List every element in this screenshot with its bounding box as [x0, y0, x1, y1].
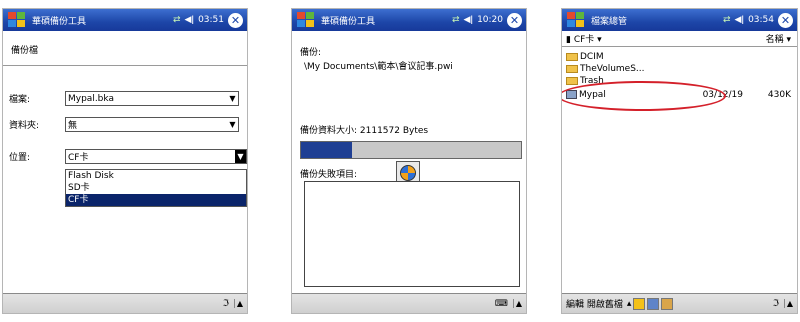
- bottom-menu-bar: ⌨ ▲: [292, 293, 526, 313]
- storage-icon[interactable]: [647, 297, 660, 310]
- connectivity-icon[interactable]: ⇄: [723, 15, 731, 25]
- input-method-icon[interactable]: ℑ: [771, 299, 781, 309]
- location-dropdown[interactable]: ▮ CF卡 ▾: [566, 32, 602, 45]
- title-bar: 華碩備份工具 ⇄ ◀ǀ 10:20 ✕: [292, 9, 526, 31]
- option-flash-disk[interactable]: Flash Disk: [66, 170, 246, 182]
- section-heading: 備份檔: [11, 46, 39, 56]
- input-panel-arrow-icon[interactable]: ▲: [233, 299, 243, 308]
- file-row: 檔案: Mypal.bka ▼: [9, 91, 239, 106]
- location-select[interactable]: CF卡 ▼: [65, 149, 247, 164]
- location-bar: ▮ CF卡 ▾ 名稱 ▾: [562, 31, 797, 47]
- menu-edit-open[interactable]: 編輯 開啟舊檔: [566, 297, 623, 310]
- file-label: 檔案:: [9, 95, 31, 105]
- bottom-menu-bar: 編輯 開啟舊檔 ▴ ℑ ▲: [562, 293, 797, 313]
- title-bar: 華碩備份工具 ⇄ ◀ǀ 03:51 ✕: [3, 9, 247, 31]
- system-tray: ⇄ ◀ǀ 10:20: [452, 15, 503, 25]
- highlight-circle: [562, 81, 726, 111]
- connectivity-icon[interactable]: ⇄: [173, 15, 181, 25]
- option-sd-card[interactable]: SD卡: [66, 182, 246, 194]
- window-title: 華碩備份工具: [321, 16, 376, 27]
- location-label: 位置:: [9, 153, 31, 163]
- close-icon[interactable]: ✕: [228, 12, 243, 28]
- failed-items-label: 備份失敗項目:: [300, 170, 358, 180]
- bottom-menu-bar: ℑ ▲: [3, 293, 247, 313]
- chevron-down-icon[interactable]: ▼: [235, 150, 246, 163]
- start-menu-icon[interactable]: [6, 11, 28, 29]
- keyboard-icon[interactable]: ⌨: [493, 299, 510, 309]
- volume-icon[interactable]: ◀ǀ: [184, 15, 194, 25]
- progress-fill: [301, 142, 352, 158]
- start-menu-icon[interactable]: [565, 11, 587, 29]
- folder-row: 資料夾: 無 ▼: [9, 117, 239, 132]
- view-icon[interactable]: [661, 297, 674, 310]
- file-explorer-screen: 檔案總管 ⇄ ◀ǀ 03:54 ✕ ▮ CF卡 ▾ 名稱 ▾ DCIM TheV…: [561, 8, 798, 314]
- list-item[interactable]: TheVolumeS...: [566, 63, 791, 74]
- folder-icon: [566, 52, 578, 61]
- storage-card-icon: ▮: [566, 35, 571, 45]
- sync-icon[interactable]: ⇄: [452, 15, 460, 25]
- list-item[interactable]: DCIM: [566, 51, 791, 62]
- clock[interactable]: 03:54: [748, 15, 774, 25]
- option-cf-card[interactable]: CF卡: [66, 194, 246, 206]
- divider: [3, 65, 247, 66]
- backup-progress-bar: [300, 141, 522, 159]
- folder-label: 資料夾:: [9, 121, 40, 131]
- menu-arrow-icon[interactable]: ▴: [627, 299, 632, 309]
- location-row: 位置: CF卡 ▼: [9, 149, 247, 164]
- title-bar: 檔案總管 ⇄ ◀ǀ 03:54 ✕: [562, 9, 797, 31]
- window-title: 華碩備份工具: [32, 16, 87, 27]
- clock[interactable]: 03:51: [198, 15, 224, 25]
- start-menu-icon[interactable]: [295, 11, 317, 29]
- failed-items-list[interactable]: [304, 181, 520, 287]
- close-icon[interactable]: ✕: [507, 12, 522, 28]
- system-tray: ⇄ ◀ǀ 03:54: [723, 15, 774, 25]
- backup-label: 備份:: [300, 48, 322, 58]
- input-method-icon[interactable]: ℑ: [221, 299, 231, 309]
- up-folder-icon[interactable]: [633, 297, 646, 310]
- backup-path: \My Documents\範本\會议記事.pwi: [304, 62, 453, 72]
- location-dropdown-list: Flash Disk SD卡 CF卡: [65, 169, 247, 207]
- backup-size-text: 備份資料大小: 2111572 Bytes: [300, 126, 429, 136]
- clock[interactable]: 10:20: [477, 15, 503, 25]
- chevron-down-icon[interactable]: ▼: [227, 120, 238, 129]
- backup-tool-screen-settings: 華碩備份工具 ⇄ ◀ǀ 03:51 ✕ 備份檔 檔案: Mypal.bka ▼ …: [2, 8, 248, 314]
- system-tray: ⇄ ◀ǀ 03:51: [173, 15, 224, 25]
- folder-icon: [566, 76, 578, 85]
- close-icon[interactable]: ✕: [778, 12, 793, 28]
- volume-icon[interactable]: ◀ǀ: [734, 15, 744, 25]
- input-panel-arrow-icon[interactable]: ▲: [512, 299, 522, 308]
- volume-icon[interactable]: ◀ǀ: [463, 15, 473, 25]
- backup-tool-screen-progress: 華碩備份工具 ⇄ ◀ǀ 10:20 ✕ 備份: \My Documents\範本…: [291, 8, 527, 314]
- toolbar: ▴: [627, 297, 674, 310]
- folder-select[interactable]: 無 ▼: [65, 117, 239, 132]
- chevron-down-icon[interactable]: ▼: [227, 94, 238, 103]
- input-panel-arrow-icon[interactable]: ▲: [783, 299, 793, 308]
- window-title: 檔案總管: [591, 16, 628, 27]
- file-name-select[interactable]: Mypal.bka ▼: [65, 91, 239, 106]
- folder-icon: [566, 64, 578, 73]
- sort-dropdown[interactable]: 名稱 ▾: [766, 32, 791, 45]
